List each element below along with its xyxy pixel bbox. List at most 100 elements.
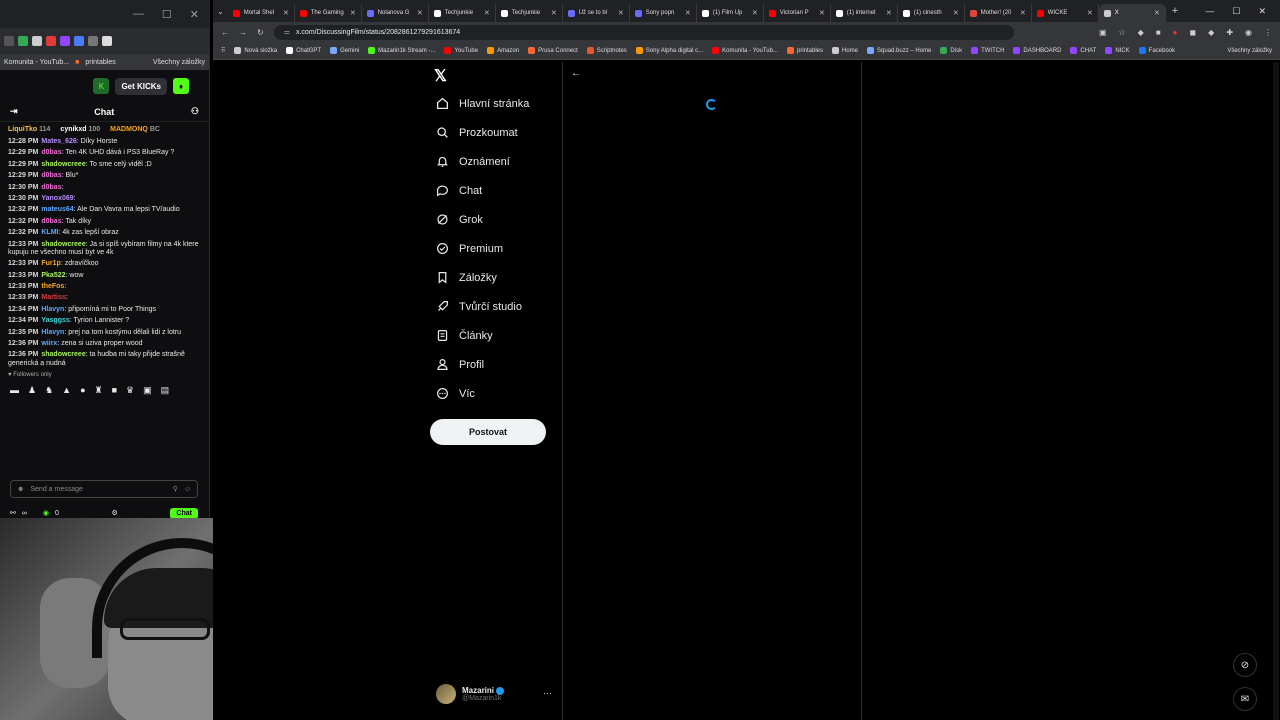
message-user[interactable]: mateus64: [41, 206, 73, 213]
emote-icon[interactable]: ♛: [126, 385, 134, 396]
bookmark[interactable]: Facebook: [1138, 47, 1175, 54]
message-icon[interactable]: ✉: [1233, 687, 1257, 711]
profile-icon[interactable]: ◉: [1245, 28, 1252, 37]
message-user[interactable]: d0bas: [41, 172, 61, 179]
all-bookmarks[interactable]: Všechny záložky: [1227, 48, 1272, 54]
message-user[interactable]: shadowcreee: [41, 351, 85, 358]
collapse-icon[interactable]: ⇥: [10, 106, 18, 117]
bookmark[interactable]: printables: [787, 47, 823, 54]
extension-icon[interactable]: [18, 36, 28, 46]
share-icon[interactable]: ⚯: [10, 509, 16, 517]
extension-icon[interactable]: ■: [1156, 28, 1161, 37]
message-user[interactable]: Hlavyn: [41, 306, 64, 313]
tab-search-icon[interactable]: ⌄: [217, 7, 224, 16]
extension-icon[interactable]: [74, 36, 84, 46]
bookmark[interactable]: Scriptnotes: [586, 47, 627, 54]
extension-icon[interactable]: [102, 36, 112, 46]
browser-tab[interactable]: The Gaming ✕: [295, 4, 362, 22]
message-user[interactable]: theFos: [41, 283, 64, 290]
nav-item-články[interactable]: Články: [436, 329, 493, 342]
get-kicks-button[interactable]: Get KICKs: [115, 77, 167, 95]
emote-icon[interactable]: ●: [80, 385, 85, 396]
message-user[interactable]: d0bas: [41, 218, 61, 225]
tab-close-icon[interactable]: ✕: [350, 9, 356, 17]
emote-icon[interactable]: ▤: [161, 385, 170, 396]
chat-send-button[interactable]: Chat: [170, 507, 198, 519]
bookmark[interactable]: NICK: [1105, 47, 1130, 54]
apps-icon[interactable]: ⠿: [221, 47, 225, 54]
pinned-user[interactable]: MADMONQ BC: [110, 126, 160, 134]
forward-icon[interactable]: →: [239, 28, 247, 37]
extension-icon[interactable]: [88, 36, 98, 46]
tab-close-icon[interactable]: ✕: [819, 9, 825, 17]
browser-tab[interactable]: Victorian P ✕: [764, 4, 831, 22]
pinned-user[interactable]: cynikxd 100: [60, 126, 100, 134]
browser-tab[interactable]: Techjunkie ✕: [429, 4, 496, 22]
emote-icon[interactable]: ♞: [45, 385, 53, 396]
bookmark[interactable]: Amazon: [487, 47, 519, 54]
emote-icon[interactable]: ▬: [10, 385, 19, 396]
post-button[interactable]: Postovat: [430, 419, 546, 445]
bookmark[interactable]: Prusa Connect: [528, 47, 578, 54]
bookmark[interactable]: ChatGPT: [286, 47, 321, 54]
reload-icon[interactable]: ↻: [257, 28, 264, 37]
emote-icon[interactable]: ♟: [28, 385, 36, 396]
users-icon[interactable]: ⚇: [191, 106, 199, 117]
browser-tab[interactable]: (1) internet ✕: [831, 4, 898, 22]
message-user[interactable]: Pka522: [41, 272, 65, 279]
bookmark[interactable]: Sony Alpha digital c...: [635, 47, 703, 54]
nav-item-premium[interactable]: Premium: [436, 242, 503, 255]
smile-icon[interactable]: ☺: [184, 486, 191, 493]
extension-icon[interactable]: ◆: [1138, 28, 1144, 37]
nav-item-oznámení[interactable]: Oznámení: [436, 155, 510, 168]
extension-icon[interactable]: ◆: [1208, 28, 1214, 37]
message-user[interactable]: Fur1p: [41, 260, 60, 267]
browser-tab[interactable]: Nolanova G ✕: [362, 4, 429, 22]
browser-tab[interactable]: (1) cinesth ✕: [898, 4, 965, 22]
message-input[interactable]: ☻ Send a message ⚲ ☺: [10, 480, 198, 498]
extension-icon[interactable]: ●: [1173, 28, 1178, 37]
screenshot-icon[interactable]: ▣: [1099, 28, 1107, 37]
nav-item-víc[interactable]: Víc: [436, 387, 475, 400]
puzzle-icon[interactable]: ✚: [1226, 28, 1233, 37]
extension-icon[interactable]: ◼: [1190, 28, 1197, 37]
message-user[interactable]: shadowcreee: [41, 241, 85, 248]
message-user[interactable]: Mates_626: [41, 138, 76, 145]
tab-close-icon[interactable]: ✕: [417, 9, 423, 17]
tab-close-icon[interactable]: ✕: [752, 9, 758, 17]
bookmark[interactable]: Mazarin1k Stream -...: [368, 47, 435, 54]
bookmark[interactable]: Gemini: [330, 47, 359, 54]
browser-tab[interactable]: Techjunkie ✕: [496, 4, 563, 22]
tab-close-icon[interactable]: ✕: [886, 9, 892, 17]
browser-tab[interactable]: Sony popn ✕: [630, 4, 697, 22]
nav-item-prozkoumat[interactable]: Prozkoumat: [436, 126, 518, 139]
bookmark[interactable]: CHAT: [1070, 47, 1096, 54]
account-switcher[interactable]: Mazarini @Mazarin1k: [436, 684, 552, 704]
scrollbar[interactable]: [1273, 62, 1279, 720]
url-bar[interactable]: ⚌ x.com/DiscussingFilm/status/2082861279…: [273, 24, 1014, 40]
tab-close-icon[interactable]: ✕: [1087, 9, 1093, 17]
nav-item-grok[interactable]: Grok: [436, 213, 483, 226]
bookmark[interactable]: YouTube: [444, 47, 478, 54]
kick-icon[interactable]: K: [93, 78, 110, 94]
nav-item-profil[interactable]: Profil: [436, 358, 484, 371]
emote-icon[interactable]: ♜: [95, 385, 103, 396]
emote-icon[interactable]: ▣: [143, 385, 152, 396]
bookmark[interactable]: Komunita - YouTub...: [712, 47, 778, 54]
back-arrow-icon[interactable]: ←: [571, 68, 581, 79]
extension-icon[interactable]: [46, 36, 56, 46]
browser-tab[interactable]: (1) Film Up ✕: [697, 4, 764, 22]
nav-item-chat[interactable]: Chat: [436, 184, 482, 197]
maximize-icon[interactable]: ☐: [162, 8, 172, 21]
browser-tab[interactable]: Mother! (20 ✕: [965, 4, 1032, 22]
account-more-icon[interactable]: ···: [543, 688, 552, 698]
browser-tab[interactable]: Už se to bl ✕: [563, 4, 630, 22]
x-logo[interactable]: 𝕏: [434, 66, 447, 86]
bookmark[interactable]: Komunita - YouTub...: [4, 59, 69, 66]
emote-icon[interactable]: ▲: [62, 385, 71, 396]
extension-icon[interactable]: [32, 36, 42, 46]
maximize-icon[interactable]: ☐: [1232, 6, 1240, 17]
menu-icon[interactable]: ⋮: [1264, 28, 1272, 37]
site-info-icon[interactable]: ⚌: [284, 28, 290, 36]
emote-icon[interactable]: ■: [112, 385, 117, 396]
